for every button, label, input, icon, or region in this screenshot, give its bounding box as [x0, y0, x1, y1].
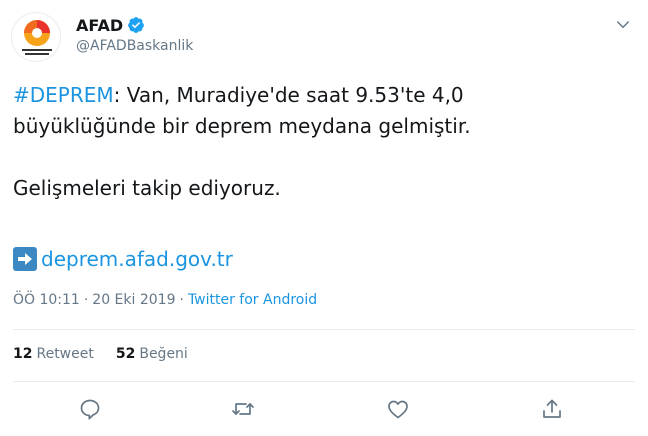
tweet-link[interactable]: deprem.afad.gov.tr: [13, 244, 233, 274]
action-bar: [0, 394, 648, 424]
tweet-source[interactable]: Twitter for Android: [188, 292, 317, 308]
retweet-count: 12: [13, 346, 33, 362]
tweet-text: #DEPREM: Van, Muradiye'de saat 9.53'te 4…: [13, 80, 633, 204]
like-count: 52: [115, 346, 136, 362]
retweet-stat[interactable]: 12 Retweet: [13, 346, 94, 362]
meta-separator-2: ·: [179, 292, 184, 308]
link-url[interactable]: deprem.afad.gov.tr: [41, 247, 233, 271]
tweet-text-line3: Gelişmeleri takip ediyoruz.: [13, 176, 281, 200]
tweet-date[interactable]: 20 Eki 2019: [92, 292, 175, 308]
afad-logo-icon: [22, 20, 52, 55]
like-stat[interactable]: 52 Beğeni: [116, 346, 188, 362]
verified-badge-icon: [128, 17, 145, 33]
retweet-label: Retweet: [36, 346, 94, 362]
display-name[interactable]: AFAD: [76, 16, 123, 35]
share-icon[interactable]: [540, 397, 564, 421]
like-label: Beğeni: [139, 346, 188, 362]
tweet-text-line1: : Van, Muradiye'de saat 9.53'te 4,0: [113, 83, 464, 107]
retweet-icon[interactable]: [231, 397, 255, 421]
right-arrow-emoji-icon: [13, 247, 37, 271]
like-icon[interactable]: [386, 397, 410, 421]
user-name-row: AFAD: [76, 14, 145, 36]
divider-top: [13, 329, 635, 330]
tweet-text-line2: büyüklüğünde bir deprem meydana gelmişti…: [13, 114, 471, 138]
tweet-meta: ÖÖ 10:11 · 20 Eki 2019 · Twitter for And…: [13, 292, 317, 308]
meta-separator: ·: [83, 292, 89, 308]
avatar[interactable]: [11, 12, 61, 62]
reply-icon[interactable]: [78, 397, 102, 421]
hashtag-link[interactable]: #DEPREM: [13, 83, 114, 107]
tweet-card: AFAD @AFADBaskanlik #DEPREM: Van, Muradi…: [0, 0, 648, 436]
tweet-line-1: #DEPREM: Van, Muradiye'de saat 9.53'te 4…: [13, 80, 633, 111]
user-handle[interactable]: @AFADBaskanlik: [76, 38, 193, 54]
tweet-time[interactable]: ÖÖ 10:11: [13, 292, 80, 308]
tweet-stats: 12 Retweet 52 Beğeni: [13, 346, 210, 362]
chevron-down-icon[interactable]: [614, 16, 632, 34]
divider-bottom: [13, 381, 635, 382]
